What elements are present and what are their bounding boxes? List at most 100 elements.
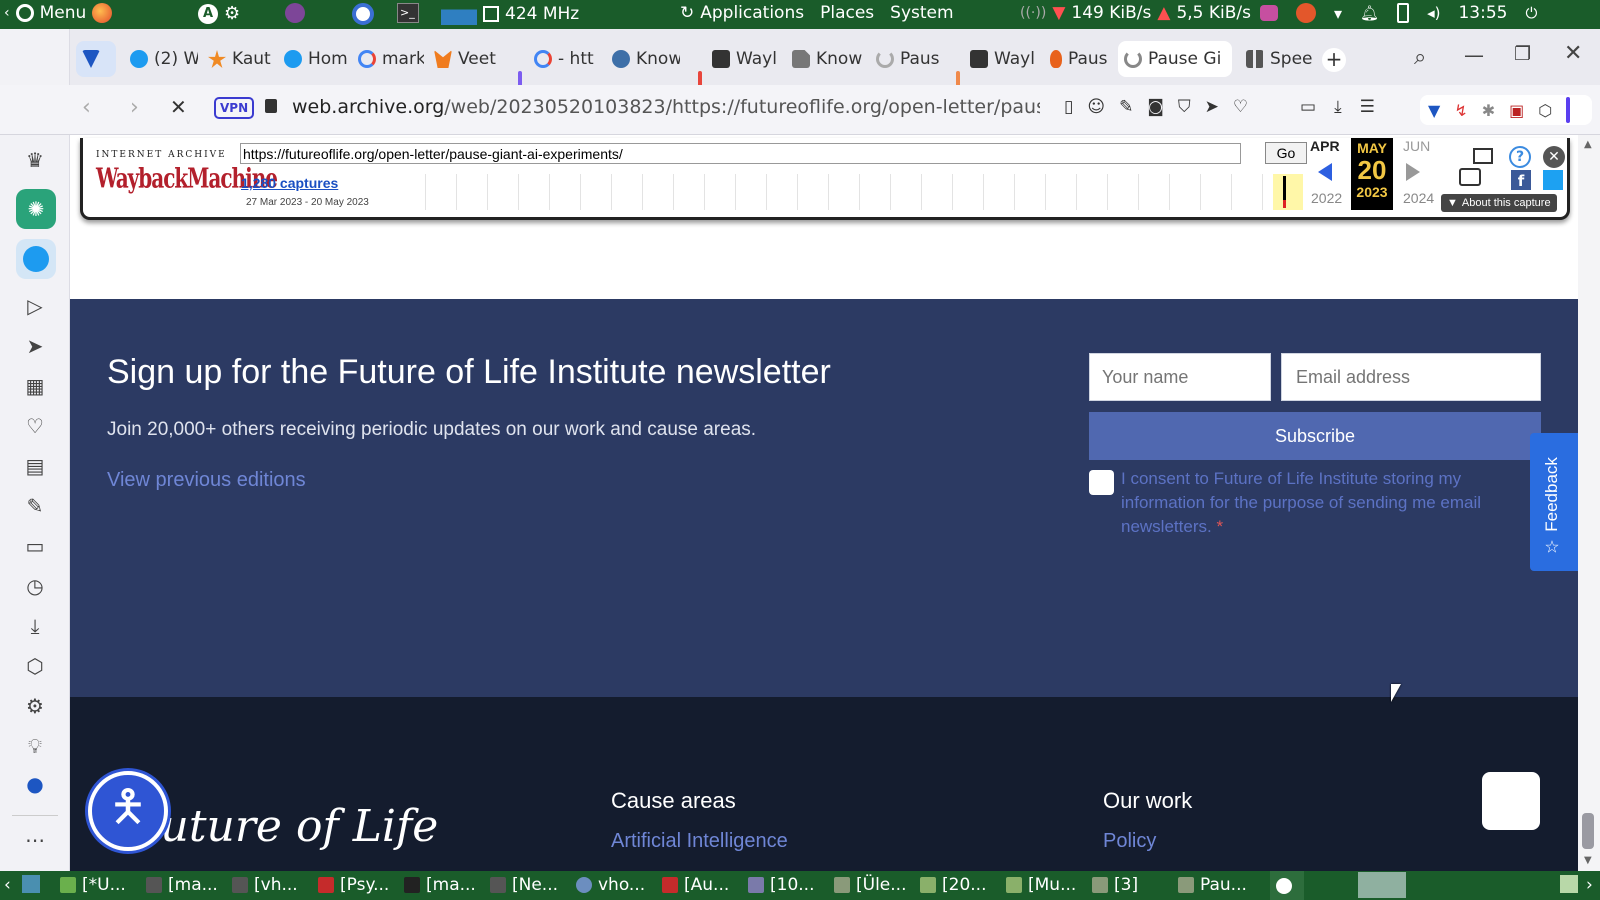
taskbar-item[interactable]: [3] xyxy=(1092,875,1138,895)
taskbar-item[interactable]: Pau... xyxy=(1178,875,1247,895)
tab-12[interactable]: Wayl xyxy=(964,41,1042,77)
taskbar-item[interactable]: [10... xyxy=(748,875,814,895)
tab-10[interactable]: Know xyxy=(786,41,862,77)
edit-page-icon[interactable]: ✎ xyxy=(1119,97,1133,117)
twitter-share-icon[interactable] xyxy=(1543,170,1563,190)
downloads-icon[interactable]: ⤓ xyxy=(20,611,50,641)
extensions-box-icon[interactable]: ⬡ xyxy=(20,651,50,681)
opera-launcher-icon[interactable] xyxy=(352,3,374,25)
twitter-sidebar-icon[interactable] xyxy=(16,239,56,279)
tab-4[interactable]: Hom xyxy=(278,41,348,77)
stop-loading-button[interactable]: ✕ xyxy=(170,95,187,119)
taskbar-item[interactable]: [*U... xyxy=(60,875,126,895)
chat-widget-button[interactable] xyxy=(1482,772,1540,830)
tab-5[interactable]: mark xyxy=(352,41,424,77)
tor-browser-launcher-icon[interactable] xyxy=(285,3,305,23)
firefox-icon[interactable] xyxy=(92,3,113,23)
scroll-up-arrow-icon[interactable]: ▲ xyxy=(1584,139,1592,150)
forward-button[interactable]: › xyxy=(130,95,139,120)
battery-icon[interactable] xyxy=(1397,3,1410,23)
extension-blue-icon[interactable]: ▼ xyxy=(1428,101,1440,120)
back-button[interactable]: ‹ xyxy=(82,95,91,120)
emoji-icon[interactable]: ☺ xyxy=(1087,97,1105,117)
taskbar-item[interactable]: [Psy... xyxy=(318,875,389,895)
show-desktop-icon[interactable] xyxy=(22,875,40,893)
wayback-go-button[interactable]: Go xyxy=(1265,142,1307,164)
extension-red-icon[interactable]: ↯ xyxy=(1454,101,1467,120)
download-icon[interactable]: ⤓ xyxy=(1334,97,1342,117)
taskbar-scroll-right-icon[interactable]: › xyxy=(1586,875,1593,895)
month-next[interactable]: JUN xyxy=(1403,138,1430,154)
captures-link[interactable]: 1,280 captures xyxy=(241,175,338,191)
bell-icon[interactable]: 🔔︎ xyxy=(1360,4,1379,22)
tab-11[interactable]: Paus xyxy=(870,41,942,77)
new-tab-button[interactable]: + xyxy=(1322,48,1346,72)
chat-bubble-icon[interactable]: ● xyxy=(20,769,50,799)
chatgpt-icon[interactable]: ✺ xyxy=(16,189,56,229)
tab-6[interactable]: Veet xyxy=(428,41,504,77)
taskbar-item[interactable]: [Au... xyxy=(662,875,729,895)
help-icon[interactable]: ? xyxy=(1509,146,1531,168)
scroll-down-arrow-icon[interactable]: ▼ xyxy=(1584,855,1592,866)
name-input[interactable] xyxy=(1089,353,1271,401)
url-field[interactable]: web.archive.org/web/20230520103823/https… xyxy=(292,96,1040,118)
heart-icon[interactable]: ♡ xyxy=(20,411,50,441)
search-tabs-icon[interactable]: ⌕ xyxy=(1414,45,1426,70)
tab-cards-icon[interactable]: ▭ xyxy=(20,531,50,561)
tab-active[interactable]: Pause Gi xyxy=(1118,41,1232,77)
tab-7[interactable]: - htt xyxy=(528,41,602,77)
accessibility-launcher-icon[interactable]: A xyxy=(198,3,218,24)
battery-saver-icon[interactable]: ▭ xyxy=(1300,97,1316,117)
taskbar-item[interactable]: vho... xyxy=(576,875,645,895)
capture-sparkline-current[interactable] xyxy=(1273,174,1303,210)
sidebar-toggle-bar[interactable] xyxy=(1566,97,1571,123)
taskbar-item[interactable]: [vh... xyxy=(232,875,298,895)
vpn-badge[interactable]: VPN xyxy=(214,97,255,119)
tab-8[interactable]: Know xyxy=(606,41,680,77)
facebook-share-icon[interactable]: f xyxy=(1511,170,1531,190)
reader-mode-icon[interactable]: ▯ xyxy=(1064,97,1073,117)
calendar-icon[interactable] xyxy=(1473,148,1493,164)
screenshot-camera-icon[interactable] xyxy=(1459,168,1481,186)
settings-gear-icon[interactable]: ⚙ xyxy=(20,691,50,721)
month-prev[interactable]: APR xyxy=(1310,138,1340,154)
applications-menu[interactable]: Applications xyxy=(700,3,804,23)
taskbar-item[interactable]: [ma... xyxy=(146,875,218,895)
player-icon[interactable]: ▷ xyxy=(20,291,50,321)
volume-icon[interactable]: ◂) xyxy=(1427,4,1440,22)
tray-app-icon[interactable] xyxy=(1260,5,1278,21)
capture-sparkline[interactable] xyxy=(425,174,1287,210)
about-capture-button[interactable]: ▼ About this capture xyxy=(1441,194,1557,212)
extension-badge-icon[interactable]: ▣ xyxy=(1509,101,1524,120)
scrollbar-thumb[interactable] xyxy=(1582,813,1594,849)
snapshot-camera-icon[interactable]: ◙ xyxy=(1147,97,1164,117)
settings-launcher-icon[interactable]: ⚙ xyxy=(224,3,240,24)
taskbar-item[interactable]: [Mu... xyxy=(1006,875,1076,895)
taskbar-item-active[interactable] xyxy=(1270,871,1304,900)
edit-icon[interactable]: ✎ xyxy=(20,491,50,521)
policy-link[interactable]: Policy xyxy=(1103,830,1156,853)
wayback-url-input[interactable] xyxy=(240,143,1241,164)
subscribe-button[interactable]: Subscribe xyxy=(1089,412,1541,460)
lightbulb-icon[interactable]: 💡︎ xyxy=(20,731,50,761)
taskbar-tray-icon[interactable] xyxy=(1560,875,1578,893)
page-scrollbar[interactable]: ▲ ▼ xyxy=(1578,135,1600,871)
feedback-tab[interactable]: ☆ Feedback xyxy=(1530,433,1578,571)
system-menu[interactable]: System xyxy=(890,3,953,23)
accessibility-widget-icon[interactable]: 🯅︎ xyxy=(88,771,168,851)
terminal-launcher-icon[interactable]: >_ xyxy=(397,3,419,23)
restore-icon[interactable]: ❐ xyxy=(1514,43,1531,65)
taskbar-item[interactable]: [ma... xyxy=(404,875,476,895)
power-icon[interactable]: ⏻ xyxy=(1525,4,1537,22)
tab-1[interactable] xyxy=(76,41,116,77)
email-input[interactable] xyxy=(1281,353,1541,401)
tab-3[interactable]: Kaut xyxy=(202,41,274,77)
view-previous-editions-link[interactable]: View previous editions xyxy=(107,469,306,492)
more-options-icon[interactable]: ⋯ xyxy=(20,825,50,855)
taskbar-item[interactable]: [Ne... xyxy=(490,875,558,895)
taskbar-opera-window[interactable] xyxy=(1358,872,1406,898)
panel-menu-button[interactable]: ‹ Menu xyxy=(4,3,113,23)
clock[interactable]: 13:55 xyxy=(1458,3,1507,23)
lock-icon[interactable] xyxy=(265,99,277,113)
news-icon[interactable]: ▤ xyxy=(20,451,50,481)
